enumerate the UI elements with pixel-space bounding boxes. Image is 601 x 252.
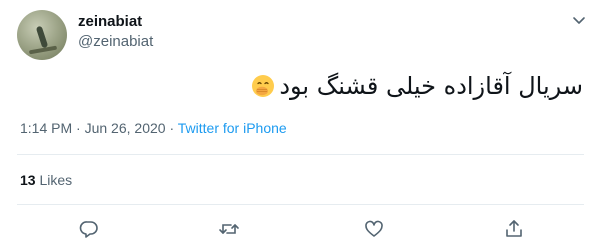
retweet-icon[interactable]	[218, 218, 240, 240]
tweet-body: سریال آقازاده خیلی قشنگ بود	[251, 72, 583, 100]
meta-separator: ·	[169, 120, 175, 136]
likes-stat[interactable]: 13 Likes	[20, 172, 72, 188]
divider	[17, 204, 584, 205]
avatar[interactable]	[17, 10, 67, 60]
face-with-hand-over-mouth-icon	[251, 74, 275, 98]
meta-separator: ·	[76, 120, 81, 136]
display-name[interactable]: zeinabiat	[78, 13, 142, 30]
tweet-text: سریال آقازاده خیلی قشنگ بود	[279, 72, 583, 100]
like-icon[interactable]	[363, 218, 385, 240]
tweet-source[interactable]: Twitter for iPhone	[178, 120, 287, 136]
share-icon[interactable]	[503, 218, 525, 240]
tweet-date[interactable]: Jun 26, 2020	[85, 120, 166, 136]
reply-icon[interactable]	[78, 218, 100, 240]
likes-count: 13	[20, 172, 36, 188]
tweet-time[interactable]: 1:14 PM	[20, 120, 72, 136]
divider	[17, 154, 584, 155]
tweet-meta: 1:14 PM · Jun 26, 2020 · Twitter for iPh…	[20, 120, 287, 136]
avatar-figure	[35, 25, 49, 49]
avatar-board	[28, 45, 58, 55]
chevron-down-icon[interactable]	[571, 12, 587, 28]
user-handle[interactable]: @zeinabiat	[78, 33, 153, 50]
likes-label: Likes	[39, 172, 73, 188]
